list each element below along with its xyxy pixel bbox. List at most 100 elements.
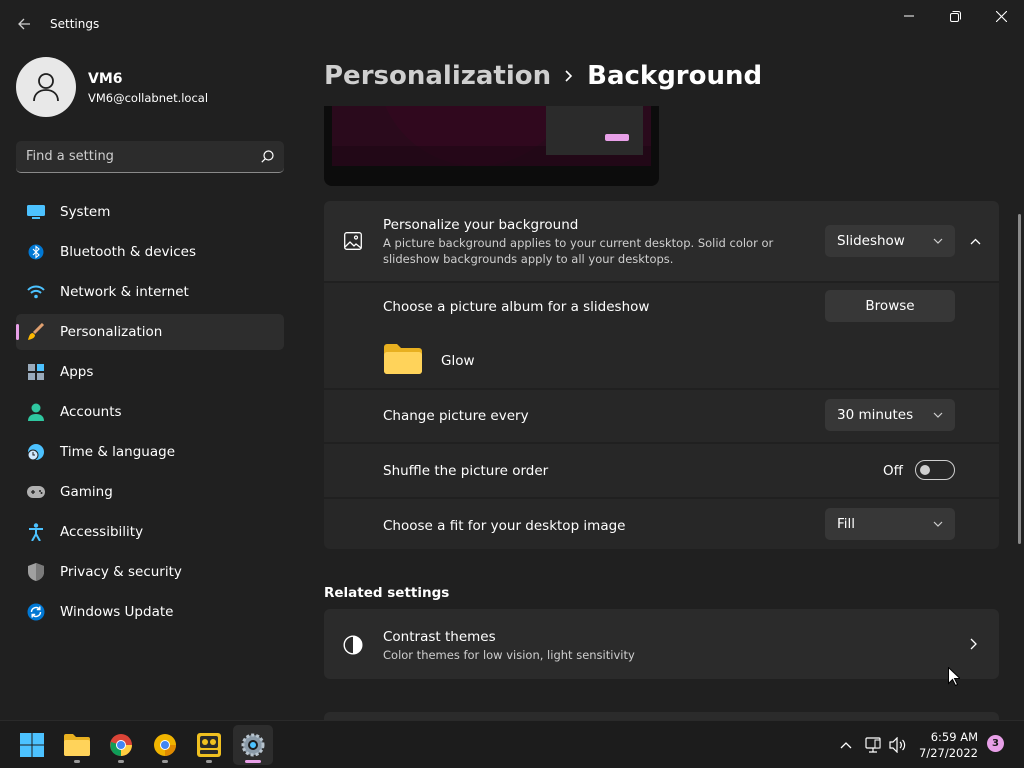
taskbar: 6:59 AM 7/27/2022 bbox=[0, 720, 1024, 768]
shuffle-state: Off bbox=[883, 463, 903, 479]
sidebar-item-windows-update[interactable]: Windows Update bbox=[16, 594, 284, 630]
browse-button[interactable]: Browse bbox=[825, 290, 955, 322]
start-icon bbox=[20, 733, 44, 757]
search-box[interactable] bbox=[16, 141, 284, 173]
sidebar-item-label: Apps bbox=[60, 364, 94, 380]
chrome-icon bbox=[110, 734, 132, 756]
window-thumbnail bbox=[546, 106, 643, 155]
brush-icon bbox=[27, 323, 45, 341]
folder-name[interactable]: Glow bbox=[441, 353, 475, 369]
close-button[interactable] bbox=[978, 0, 1024, 32]
start-button[interactable] bbox=[12, 725, 52, 765]
avatar[interactable] bbox=[16, 57, 76, 117]
sidebar-item-time-language[interactable]: Time & language bbox=[16, 434, 284, 470]
interval-dropdown[interactable]: 30 minutes bbox=[825, 399, 955, 431]
album-row: Choose a picture album for a slideshow B… bbox=[324, 283, 999, 388]
chevron-down-icon bbox=[933, 521, 943, 527]
file-explorer-icon bbox=[64, 734, 90, 756]
fit-label: Choose a fit for your desktop image bbox=[383, 518, 626, 534]
title-bar: Settings bbox=[0, 0, 1024, 48]
fit-value: Fill bbox=[837, 516, 856, 532]
restore-icon bbox=[949, 10, 961, 22]
notification-badge[interactable]: 3 bbox=[987, 735, 1004, 752]
scrollbar[interactable] bbox=[1018, 214, 1021, 544]
sidebar-nav: System Bluetooth & devices Network & int… bbox=[16, 194, 284, 634]
apps-icon bbox=[27, 363, 45, 381]
running-indicator bbox=[74, 760, 80, 763]
chevron-down-icon bbox=[933, 412, 943, 418]
chrome-canary-icon bbox=[154, 734, 176, 756]
running-indicator bbox=[206, 760, 212, 763]
folder-icon bbox=[384, 344, 422, 378]
restore-button[interactable] bbox=[932, 0, 978, 32]
globe-clock-icon bbox=[27, 443, 45, 461]
search-icon bbox=[261, 150, 274, 163]
sidebar-item-label: System bbox=[60, 204, 111, 220]
breadcrumb: Personalization Background bbox=[324, 58, 762, 94]
sidebar-item-label: Bluetooth & devices bbox=[60, 244, 197, 260]
sidebar-item-system[interactable]: System bbox=[16, 194, 284, 230]
breadcrumb-parent[interactable]: Personalization bbox=[324, 61, 551, 91]
mouse-cursor-icon bbox=[948, 666, 962, 690]
sidebar-item-label: Time & language bbox=[60, 444, 176, 460]
taskbar-clock[interactable]: 6:59 AM 7/27/2022 bbox=[912, 729, 978, 761]
network-icon bbox=[865, 737, 881, 753]
bluetooth-icon bbox=[27, 243, 45, 261]
interval-label: Change picture every bbox=[383, 408, 529, 424]
sidebar-item-network[interactable]: Network & internet bbox=[16, 274, 284, 310]
sidebar-item-apps[interactable]: Apps bbox=[16, 354, 284, 390]
taskbar-file-explorer[interactable] bbox=[57, 725, 97, 765]
back-arrow-icon bbox=[18, 18, 30, 30]
taskbar-chrome-canary[interactable] bbox=[145, 725, 185, 765]
contrast-title: Contrast themes bbox=[383, 629, 496, 645]
contrast-themes-card[interactable]: Contrast themes Color themes for low vis… bbox=[324, 609, 999, 679]
taskbar-chrome[interactable] bbox=[101, 725, 141, 765]
gamepad-icon bbox=[27, 483, 45, 501]
sidebar-item-bluetooth[interactable]: Bluetooth & devices bbox=[16, 234, 284, 270]
background-type-value: Slideshow bbox=[837, 233, 905, 249]
background-type-dropdown[interactable]: Slideshow bbox=[825, 225, 955, 257]
volume-icon bbox=[889, 737, 906, 753]
sidebar-item-personalization[interactable]: Personalization bbox=[16, 314, 284, 350]
related-settings-title: Related settings bbox=[324, 585, 450, 601]
sidebar-item-gaming[interactable]: Gaming bbox=[16, 474, 284, 510]
back-button[interactable] bbox=[10, 10, 38, 38]
active-indicator bbox=[245, 760, 261, 763]
personalize-background-card[interactable]: Personalize your background A picture ba… bbox=[324, 201, 999, 281]
accessibility-icon bbox=[27, 523, 45, 541]
update-icon bbox=[27, 603, 45, 621]
sidebar-item-label: Network & internet bbox=[60, 284, 189, 300]
personalize-desc-line2: slideshow backgrounds apply to all your … bbox=[383, 252, 674, 266]
search-input[interactable] bbox=[26, 149, 261, 164]
shuffle-label: Shuffle the picture order bbox=[383, 463, 549, 479]
system-icon bbox=[27, 203, 45, 221]
fit-dropdown[interactable]: Fill bbox=[825, 508, 955, 540]
fit-row: Choose a fit for your desktop image Fill bbox=[324, 499, 999, 549]
taskbar-media-player[interactable] bbox=[189, 725, 229, 765]
wifi-icon bbox=[27, 283, 45, 301]
chevron-right-icon bbox=[970, 638, 977, 654]
contrast-desc: Color themes for low vision, light sensi… bbox=[383, 648, 635, 662]
clock-date: 7/27/2022 bbox=[919, 746, 978, 760]
network-tray-button[interactable] bbox=[861, 733, 885, 757]
collapse-button[interactable] bbox=[962, 231, 988, 251]
sidebar-item-accessibility[interactable]: Accessibility bbox=[16, 514, 284, 550]
sidebar-item-label: Personalization bbox=[60, 324, 163, 340]
profile-name: VM6 bbox=[88, 71, 123, 87]
accent-pill bbox=[605, 134, 629, 141]
taskbar-settings[interactable] bbox=[233, 725, 273, 765]
chevron-right-icon bbox=[565, 70, 573, 82]
person-icon bbox=[27, 403, 45, 421]
volume-tray-button[interactable] bbox=[886, 733, 910, 757]
show-hidden-icons-button[interactable] bbox=[834, 733, 858, 757]
personalize-desc-line1: A picture background applies to your cur… bbox=[383, 236, 774, 250]
chevron-down-icon bbox=[933, 238, 943, 244]
sidebar-item-privacy[interactable]: Privacy & security bbox=[16, 554, 284, 590]
shield-icon bbox=[27, 563, 45, 581]
sidebar-item-accounts[interactable]: Accounts bbox=[16, 394, 284, 430]
minimize-button[interactable] bbox=[886, 0, 932, 32]
shuffle-row: Shuffle the picture order Off bbox=[324, 444, 999, 497]
image-icon bbox=[344, 232, 362, 254]
next-card-edge bbox=[324, 712, 999, 720]
shuffle-toggle[interactable] bbox=[915, 460, 955, 480]
